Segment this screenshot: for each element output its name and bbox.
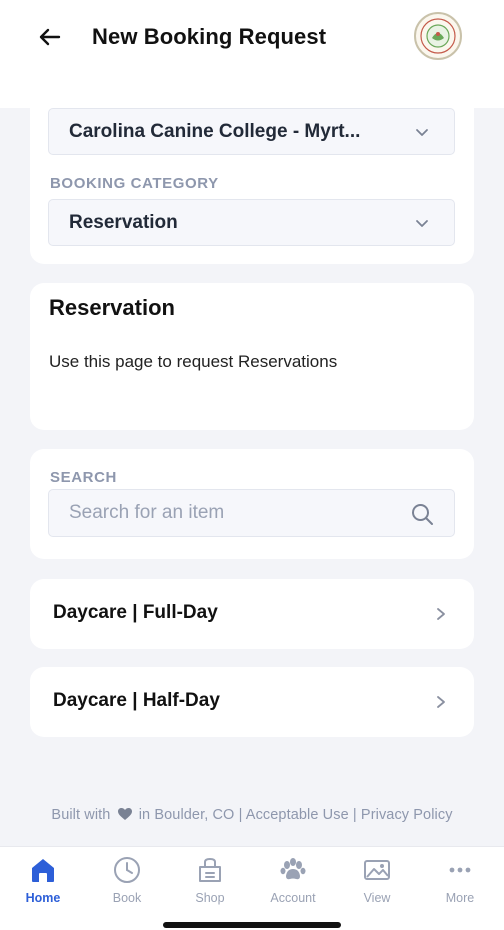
list-item[interactable]: Daycare | Full-Day [30, 579, 474, 649]
location-select[interactable]: Carolina Canine College - Myrt... [48, 108, 455, 155]
home-indicator [163, 922, 341, 928]
tab-more[interactable]: More [418, 853, 502, 911]
business-logo[interactable] [414, 12, 462, 60]
tab-home[interactable]: Home [1, 853, 85, 911]
tab-account[interactable]: Account [251, 853, 335, 911]
location-select-value: Carolina Canine College - Myrt... [69, 120, 361, 142]
tab-label: View [363, 891, 391, 905]
home-icon [32, 859, 54, 882]
list-item-label: Daycare | Full-Day [53, 602, 218, 623]
paw-icon [280, 858, 306, 880]
bottom-tab-bar: Home Book Shop Account View More [0, 846, 504, 930]
booking-category-label: BOOKING CATEGORY [50, 175, 219, 192]
privacy-policy-link[interactable]: Privacy Policy [361, 807, 453, 823]
tab-view[interactable]: View [335, 853, 419, 911]
acceptable-use-link[interactable]: Acceptable Use [246, 807, 349, 823]
tab-book[interactable]: Book [85, 853, 169, 911]
list-item-label: Daycare | Half-Day [53, 690, 220, 711]
category-description: Use this page to request Reservations [49, 352, 338, 371]
search-card: SEARCH [30, 449, 474, 559]
tab-label: Shop [195, 891, 225, 905]
tab-label: Book [112, 891, 142, 905]
chevron-down-icon [416, 220, 428, 227]
search-box [48, 489, 455, 537]
chevron-right-icon [437, 696, 445, 708]
footer-separator: | [238, 807, 243, 823]
page-title: New Booking Request [92, 24, 327, 49]
tab-label: Account [270, 891, 316, 905]
footer-built-with: Built with [51, 807, 111, 823]
footer-separator: | [352, 807, 357, 823]
list-item[interactable]: Daycare | Half-Day [30, 667, 474, 737]
clock-icon [114, 857, 140, 883]
logo-emblem-icon [420, 18, 456, 54]
booking-category-value: Reservation [69, 211, 178, 233]
shop-icon [199, 857, 221, 882]
search-icon[interactable] [410, 502, 434, 526]
heart-icon [117, 808, 132, 820]
search-label: SEARCH [50, 469, 117, 486]
top-header: New Booking Request [0, 0, 504, 108]
tab-label: More [445, 891, 475, 905]
footer-location: in Boulder, CO [138, 807, 235, 823]
tab-label: Home [25, 891, 61, 905]
back-arrow-icon [39, 28, 61, 46]
booking-options-card: Carolina Canine College - Myrt... BOOKIN… [30, 96, 474, 264]
footer: Built with in Boulder, CO | Acceptable U… [0, 807, 504, 823]
image-icon [364, 860, 390, 880]
tab-shop[interactable]: Shop [168, 853, 252, 911]
chevron-down-icon [416, 129, 428, 136]
search-input[interactable] [49, 490, 409, 536]
category-info-card: Reservation Use this page to request Res… [30, 283, 474, 430]
back-button[interactable] [34, 22, 64, 52]
booking-category-select[interactable]: Reservation [48, 199, 455, 246]
more-icon [449, 867, 471, 873]
category-title: Reservation [49, 295, 175, 320]
chevron-right-icon [437, 608, 445, 620]
